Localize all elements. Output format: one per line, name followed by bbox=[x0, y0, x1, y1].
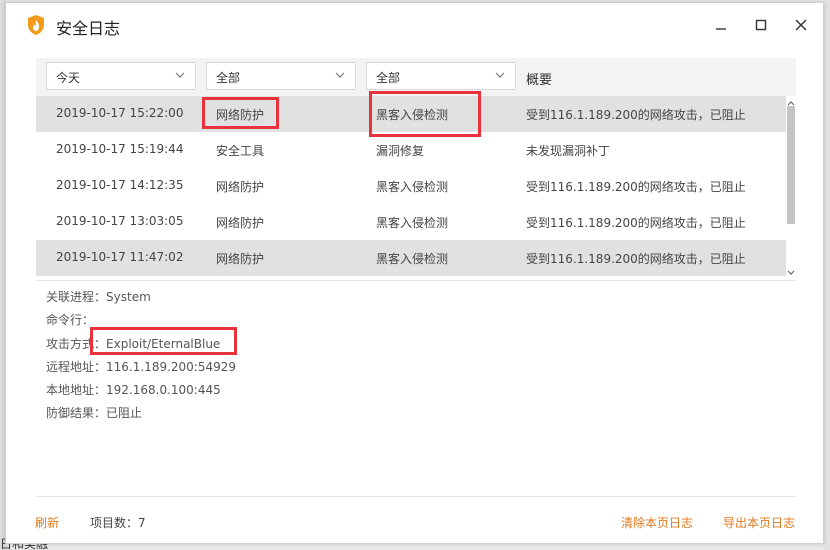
row-summary: 受到116.1.189.200的网络攻击，已阻止 bbox=[526, 180, 746, 194]
row-category: 网络防护 bbox=[216, 108, 265, 122]
row-time: 2019-10-17 14:12:35 bbox=[56, 178, 184, 192]
category-filter-value: 全部 bbox=[216, 71, 241, 85]
category-filter-dropdown[interactable]: 全部 bbox=[206, 62, 356, 90]
detail-process: 关联进程：System bbox=[46, 288, 151, 305]
chevron-down-icon bbox=[495, 69, 505, 79]
log-table: 2019-10-17 15:22:00 网络防护 黑客入侵检测 受到116.1.… bbox=[36, 96, 786, 276]
detail-attack-value: Exploit/EternalBlue bbox=[106, 337, 221, 351]
item-count: 项目数：7 bbox=[90, 514, 146, 531]
detail-process-value: System bbox=[106, 290, 151, 304]
table-row[interactable]: 2019-10-17 11:47:02 网络防护 黑客入侵检测 受到116.1.… bbox=[36, 240, 786, 276]
detail-process-label: 关联进程： bbox=[46, 290, 107, 304]
row-category: 网络防护 bbox=[216, 180, 265, 194]
row-summary: 未发现漏洞补丁 bbox=[526, 144, 611, 158]
row-category: 网络防护 bbox=[216, 216, 265, 230]
chevron-down-icon bbox=[175, 69, 185, 79]
detail-local-label: 本地地址： bbox=[46, 383, 107, 397]
detail-cmdline-label: 命令行： bbox=[46, 313, 95, 327]
refresh-link[interactable]: 刷新 bbox=[35, 514, 59, 531]
detail-result: 防御结果：已阻止 bbox=[46, 404, 142, 421]
item-count-label: 项目数： bbox=[90, 516, 139, 530]
item-count-value: 7 bbox=[138, 516, 146, 530]
close-icon[interactable] bbox=[791, 15, 811, 35]
minimize-icon[interactable] bbox=[711, 15, 731, 35]
title-bar[interactable]: 安全日志 bbox=[6, 3, 823, 47]
scrollbar-thumb[interactable] bbox=[787, 106, 795, 224]
type-filter-dropdown[interactable]: 全部 bbox=[366, 62, 516, 90]
scroll-down-icon[interactable] bbox=[786, 266, 796, 275]
type-filter-value: 全部 bbox=[376, 71, 401, 85]
row-type: 黑客入侵检测 bbox=[376, 108, 449, 122]
summary-column-header: 概要 bbox=[526, 73, 553, 88]
window-title: 安全日志 bbox=[56, 19, 121, 38]
detail-remote-value: 116.1.189.200:54929 bbox=[106, 360, 237, 374]
table-row[interactable]: 2019-10-17 13:03:05 网络防护 黑客入侵检测 受到116.1.… bbox=[36, 204, 786, 240]
maximize-icon[interactable] bbox=[751, 15, 771, 35]
row-category: 网络防护 bbox=[216, 252, 265, 266]
table-row[interactable]: 2019-10-17 15:19:44 安全工具 漏洞修复 未发现漏洞补丁 bbox=[36, 132, 786, 168]
date-filter-dropdown[interactable]: 今天 bbox=[46, 62, 196, 90]
shield-flame-icon bbox=[26, 14, 46, 36]
row-summary: 受到116.1.189.200的网络攻击，已阻止 bbox=[526, 108, 746, 122]
row-time: 2019-10-17 11:47:02 bbox=[56, 250, 184, 264]
date-filter-value: 今天 bbox=[56, 71, 81, 85]
detail-result-label: 防御结果： bbox=[46, 406, 107, 420]
log-table-scrollbar[interactable] bbox=[786, 96, 796, 276]
row-time: 2019-10-17 15:22:00 bbox=[56, 106, 184, 120]
detail-divider bbox=[36, 280, 796, 281]
table-row[interactable]: 2019-10-17 14:12:35 网络防护 黑客入侵检测 受到116.1.… bbox=[36, 168, 786, 204]
row-time: 2019-10-17 15:19:44 bbox=[56, 142, 184, 156]
row-type: 漏洞修复 bbox=[376, 144, 425, 158]
table-row[interactable]: 2019-10-17 15:22:00 网络防护 黑客入侵检测 受到116.1.… bbox=[36, 96, 786, 132]
background-window-edge-right bbox=[824, 0, 830, 550]
row-summary: 受到116.1.189.200的网络攻击，已阻止 bbox=[526, 216, 746, 230]
detail-attack-label: 攻击方式： bbox=[46, 337, 107, 351]
row-type: 黑客入侵检测 bbox=[376, 180, 449, 194]
security-log-window: 安全日志 今天 全部 全部 概要 2019-10-17 15:22:00 网络防… bbox=[5, 2, 824, 544]
filter-bar: 今天 全部 全部 概要 bbox=[36, 58, 796, 96]
detail-local: 本地地址：192.168.0.100:445 bbox=[46, 381, 221, 398]
clear-page-log-link[interactable]: 清除本页日志 bbox=[621, 514, 693, 531]
detail-local-value: 192.168.0.100:445 bbox=[106, 383, 221, 397]
row-time: 2019-10-17 13:03:05 bbox=[56, 214, 184, 228]
row-category: 安全工具 bbox=[216, 144, 265, 158]
row-summary: 受到116.1.189.200的网络攻击，已阻止 bbox=[526, 252, 746, 266]
footer-divider bbox=[36, 496, 796, 497]
detail-cmdline: 命令行： bbox=[46, 311, 94, 328]
scroll-up-icon[interactable] bbox=[786, 96, 796, 106]
row-type: 黑客入侵检测 bbox=[376, 216, 449, 230]
detail-remote-label: 远程地址： bbox=[46, 360, 107, 374]
chevron-down-icon bbox=[335, 69, 345, 79]
row-type: 黑客入侵检测 bbox=[376, 252, 449, 266]
detail-remote: 远程地址：116.1.189.200:54929 bbox=[46, 358, 236, 375]
detail-result-value: 已阻止 bbox=[106, 406, 143, 420]
export-page-log-link[interactable]: 导出本页日志 bbox=[723, 514, 795, 531]
detail-attack: 攻击方式：Exploit/EternalBlue bbox=[46, 335, 220, 352]
